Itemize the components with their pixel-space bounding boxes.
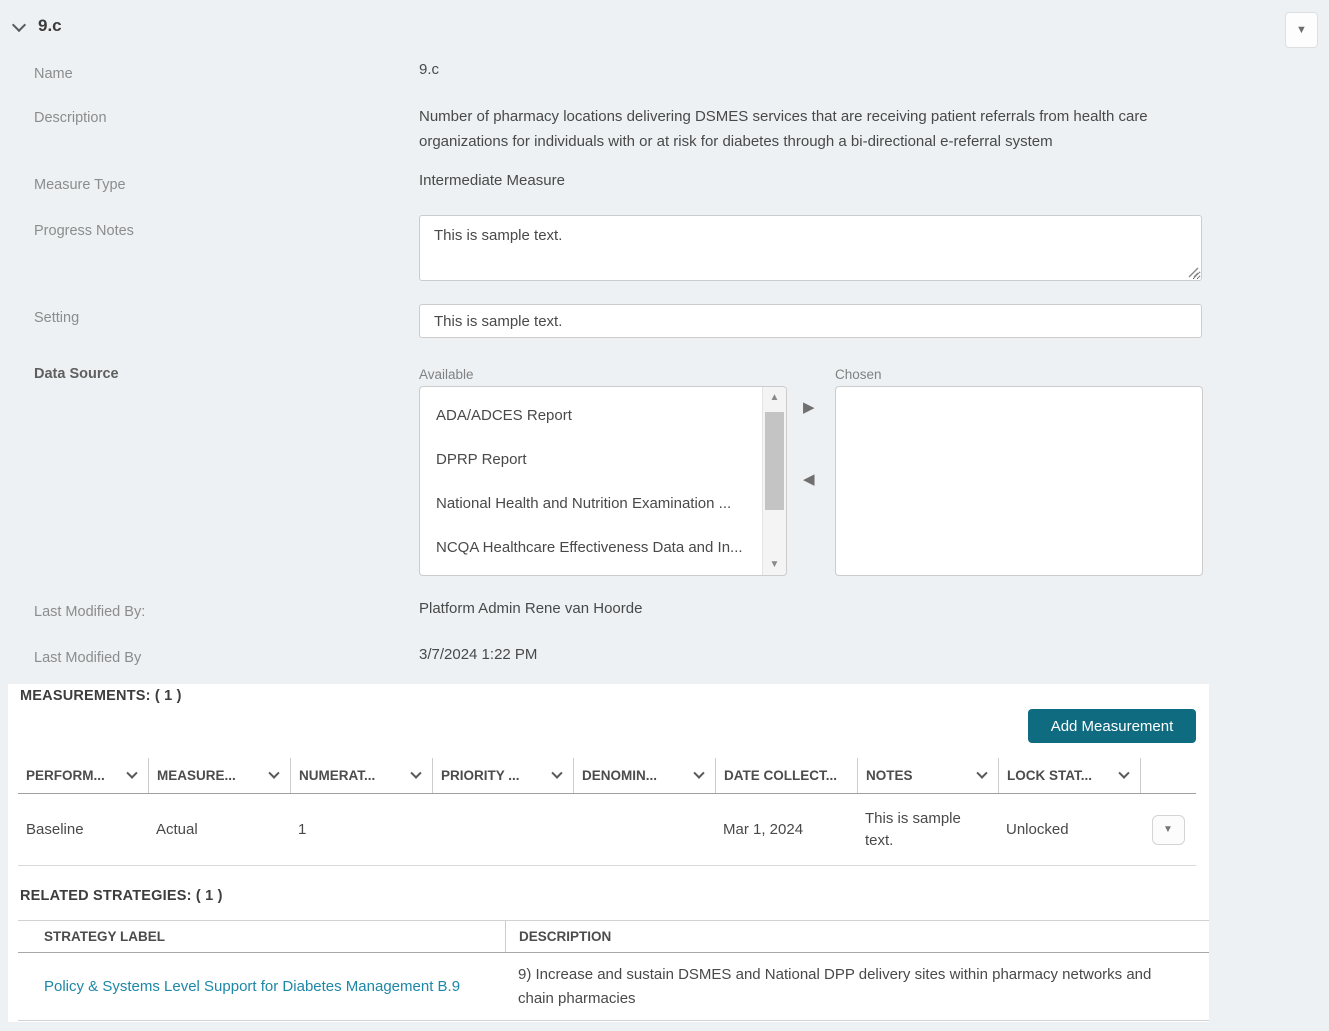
cell-lock-status: Unlocked <box>1006 820 1069 838</box>
chevron-down-icon[interactable] <box>1118 767 1130 779</box>
scrollbar-thumb[interactable] <box>765 412 784 510</box>
table-row: Baseline Actual 1 Mar 1, 2024 This is sa… <box>18 794 1196 866</box>
last-modified-date-label: Last Modified By <box>34 650 142 666</box>
progress-notes-label: Progress Notes <box>34 223 134 239</box>
available-list-scrollbar[interactable]: ▲ ▼ <box>762 387 786 575</box>
chevron-down-icon[interactable] <box>551 767 563 779</box>
cell-measure: Actual <box>156 820 198 838</box>
available-list-item[interactable]: ADA/ADCES Report <box>420 394 786 438</box>
last-modified-by-value: Platform Admin Rene van Hoorde <box>419 600 643 617</box>
measurements-table-header: PERFORM... MEASURE... NUMERAT... PRIORIT… <box>18 758 1196 794</box>
caret-down-icon: ▼ <box>1163 824 1173 835</box>
related-strategies-section-title: RELATED STRATEGIES: ( 1 ) <box>20 888 223 904</box>
chevron-down-icon[interactable] <box>126 767 138 779</box>
chevron-down-icon[interactable] <box>976 767 988 779</box>
scroll-down-icon[interactable]: ▼ <box>763 559 786 570</box>
last-modified-date-value: 3/7/2024 1:22 PM <box>419 646 538 663</box>
strategy-description: 9) Increase and sustain DSMES and Nation… <box>518 965 1152 1007</box>
chosen-list-label: Chosen <box>835 367 882 382</box>
add-measurement-button[interactable]: Add Measurement <box>1028 709 1196 743</box>
measure-type-value: Intermediate Measure <box>419 172 565 189</box>
related-strategies-header: STRATEGY LABEL DESCRIPTION <box>18 920 1209 953</box>
cell-date-collected: Mar 1, 2024 <box>723 820 804 838</box>
chevron-down-icon[interactable] <box>410 767 422 779</box>
column-header-date-collected[interactable]: DATE COLLECT... <box>715 758 857 793</box>
column-header-notes[interactable]: NOTES <box>857 758 998 793</box>
column-header-actions <box>1140 758 1196 793</box>
row-actions-button[interactable]: ▼ <box>1151 814 1185 845</box>
column-header-performance[interactable]: PERFORM... <box>18 758 148 793</box>
description-label: Description <box>34 110 107 126</box>
chevron-down-icon[interactable] <box>693 767 705 779</box>
column-header-denominator[interactable]: DENOMIN... <box>573 758 715 793</box>
available-list-item[interactable]: DPRP Report <box>420 438 786 482</box>
caret-down-icon: ▼ <box>1296 24 1307 36</box>
data-source-label: Data Source <box>34 366 119 382</box>
setting-input[interactable] <box>419 304 1202 338</box>
arrow-left-icon: ◀ <box>803 471 815 488</box>
measurements-section-title: MEASUREMENTS: ( 1 ) <box>20 688 182 704</box>
chevron-down-icon[interactable] <box>268 767 280 779</box>
chevron-down-icon[interactable] <box>11 17 27 33</box>
cell-performance: Baseline <box>26 820 84 838</box>
last-modified-by-label: Last Modified By: <box>34 604 146 620</box>
section-collapse-button[interactable]: ▼ <box>1285 12 1318 48</box>
measurements-table: PERFORM... MEASURE... NUMERAT... PRIORIT… <box>18 758 1196 866</box>
available-listbox: ADA/ADCES Report DPRP Report National He… <box>419 386 787 576</box>
progress-notes-textarea[interactable]: This is sample text. <box>419 215 1202 281</box>
name-value: 9.c <box>419 61 440 78</box>
table-row: Policy & Systems Level Support for Diabe… <box>18 953 1209 1021</box>
column-header-description: DESCRIPTION <box>505 921 1209 952</box>
arrow-right-icon: ▶ <box>803 399 815 416</box>
description-value: Number of pharmacy locations delivering … <box>419 108 1148 150</box>
available-list-item[interactable]: National Health and Nutrition Examinatio… <box>420 482 786 526</box>
setting-label: Setting <box>34 310 80 326</box>
column-header-priority[interactable]: PRIORITY ... <box>432 758 573 793</box>
related-strategies-table: STRATEGY LABEL DESCRIPTION Policy & Syst… <box>18 920 1209 1021</box>
column-header-strategy-label: STRATEGY LABEL <box>44 929 166 944</box>
page-title: 9.c <box>38 16 62 35</box>
cell-notes: This is sample text. <box>865 809 961 849</box>
cell-numerator: 1 <box>298 820 307 838</box>
column-header-numerator[interactable]: NUMERAT... <box>290 758 432 793</box>
move-to-available-button[interactable]: ◀ <box>803 470 815 488</box>
scroll-up-icon[interactable]: ▲ <box>763 392 786 403</box>
available-list-item[interactable]: NCQA Healthcare Effectiveness Data and I… <box>420 526 786 570</box>
measure-type-label: Measure Type <box>34 177 126 193</box>
name-label: Name <box>34 66 73 82</box>
move-to-chosen-button[interactable]: ▶ <box>803 398 815 416</box>
column-header-measure[interactable]: MEASURE... <box>148 758 290 793</box>
available-list-label: Available <box>419 367 474 382</box>
column-header-lock-status[interactable]: LOCK STAT... <box>998 758 1140 793</box>
chosen-listbox <box>835 386 1203 576</box>
strategy-link[interactable]: Policy & Systems Level Support for Diabe… <box>44 978 460 995</box>
measurements-panel: MEASUREMENTS: ( 1 ) Add Measurement PERF… <box>8 684 1209 1022</box>
